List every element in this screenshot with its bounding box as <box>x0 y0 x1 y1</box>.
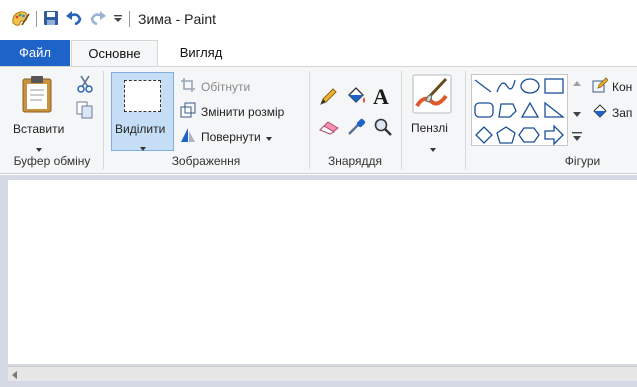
save-icon[interactable] <box>43 10 59 29</box>
undo-icon[interactable] <box>65 10 83 29</box>
shape-outline-button[interactable]: Кон <box>592 77 632 96</box>
image-group-label: Зображення <box>171 154 241 168</box>
tab-home[interactable]: Основне <box>71 40 158 67</box>
shape-fill-label: Зап <box>612 105 633 120</box>
copy-icon[interactable] <box>76 101 94 122</box>
tab-file[interactable]: Файл <box>0 40 70 66</box>
title-bar: Зима - Paint <box>0 0 637 38</box>
paste-label: Вставити <box>13 122 65 136</box>
magnifier-icon[interactable] <box>373 117 393 140</box>
brushes-button[interactable]: Пензлі <box>406 71 461 152</box>
ribbon-home: Вставити Буфер обміну Виділити Обітнути <box>0 66 637 174</box>
shapes-group-label: Фігури <box>564 154 601 168</box>
resize-icon <box>180 102 196 121</box>
quick-access-toolbar <box>10 0 136 38</box>
shapes-gallery[interactable] <box>471 74 568 146</box>
group-separator <box>103 71 104 169</box>
brushes-label: Пензлі <box>411 121 448 135</box>
crop-label: Обітнути <box>201 79 251 94</box>
clipboard-group-label: Буфер обміну <box>13 154 91 168</box>
cut-icon[interactable] <box>76 75 94 96</box>
resize-button[interactable]: Змінити розмір <box>180 102 284 121</box>
drawing-canvas[interactable] <box>8 180 637 364</box>
text-tool-icon[interactable]: A <box>373 84 389 110</box>
customize-toolbar-icon[interactable] <box>113 12 123 27</box>
rotate-dropdown-icon <box>265 130 272 144</box>
scroll-left-icon[interactable] <box>12 371 17 379</box>
ribbon-tabs: Файл Основне Вигляд <box>0 38 637 67</box>
group-separator <box>309 71 310 169</box>
select-dropdown-icon <box>140 140 146 154</box>
paint-app-icon[interactable] <box>10 8 30 31</box>
rotate-label: Повернути <box>201 129 261 144</box>
eraser-icon[interactable] <box>318 119 340 138</box>
tools-group-label: Знаряддя <box>327 154 383 168</box>
window-title: Зима - Paint <box>138 11 217 27</box>
shape-outline-label: Кон <box>612 79 633 94</box>
group-separator <box>465 71 466 169</box>
toolbar-separator <box>129 11 130 27</box>
brushes-dropdown-icon <box>430 141 436 155</box>
crop-icon <box>180 77 196 96</box>
fill-bucket-small-icon <box>592 103 608 122</box>
select-label: Виділити <box>115 122 166 136</box>
paste-dropdown-icon <box>36 141 42 155</box>
tab-view[interactable]: Вигляд <box>160 40 242 66</box>
rotate-button[interactable]: Повернути <box>180 127 272 146</box>
toolbar-separator <box>36 11 37 27</box>
resize-label: Змінити розмір <box>201 104 285 119</box>
shape-fill-button[interactable]: Зап <box>592 103 632 122</box>
pencil-icon[interactable] <box>318 87 338 110</box>
color-picker-icon[interactable] <box>346 117 366 140</box>
clipboard-icon <box>22 75 52 116</box>
group-separator <box>401 71 402 169</box>
paste-button[interactable]: Вставити <box>8 71 68 152</box>
rotate-icon <box>180 127 196 146</box>
horizontal-scrollbar[interactable] <box>8 366 637 381</box>
outline-pencil-icon <box>592 77 609 96</box>
select-icon <box>124 80 161 112</box>
fill-bucket-icon[interactable] <box>345 85 367 110</box>
select-button[interactable]: Виділити <box>111 72 174 151</box>
redo-icon[interactable] <box>89 10 107 29</box>
brush-icon <box>412 74 452 117</box>
crop-button[interactable]: Обітнути <box>180 77 250 96</box>
shapes-gallery-scrollbar[interactable] <box>569 74 585 146</box>
